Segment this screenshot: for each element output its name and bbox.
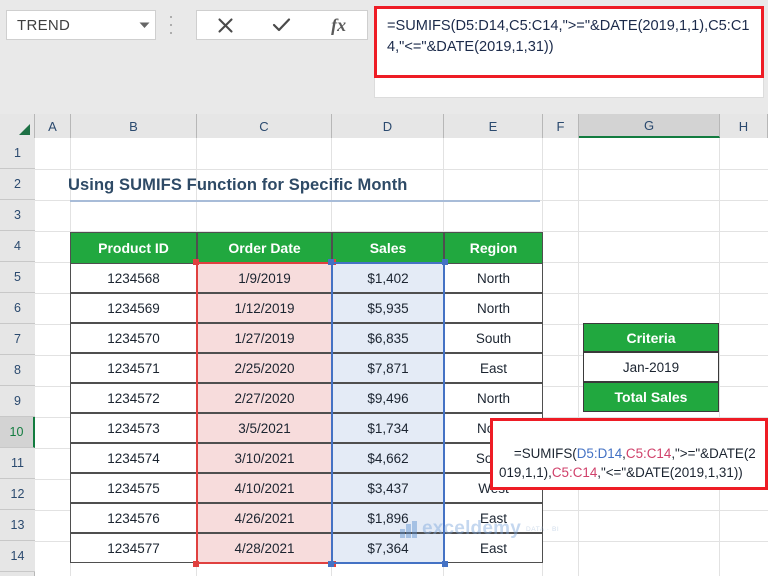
table-row[interactable]: East	[444, 503, 543, 533]
table-header-region: Region	[444, 232, 543, 264]
row-header-13[interactable]: 13	[0, 510, 35, 541]
title-underline	[70, 200, 540, 202]
excel-window: TREND fx =SUMIFS(	[0, 0, 768, 576]
row-header-5[interactable]: 5	[0, 262, 35, 293]
table-row[interactable]: $6,835	[332, 323, 444, 353]
table-row[interactable]: 1234570	[70, 323, 197, 353]
range-handle[interactable]	[442, 561, 448, 567]
row-header-2[interactable]: 2	[0, 169, 35, 200]
criteria-value-cell[interactable]: Jan-2019	[583, 352, 719, 382]
table-row[interactable]: 4/26/2021	[197, 503, 332, 533]
formula-ref-c5-c14: C5:C14	[626, 446, 671, 461]
total-sales-header: Total Sales	[583, 382, 719, 412]
table-row[interactable]: North	[444, 383, 543, 413]
table-row[interactable]: 1234574	[70, 443, 197, 473]
column-header-row: A B C D E F G H	[0, 114, 768, 138]
range-handle[interactable]	[193, 259, 199, 265]
table-row[interactable]: 1/9/2019	[197, 263, 332, 293]
row-header-11[interactable]: 11	[0, 448, 35, 479]
chevron-down-icon[interactable]	[133, 22, 155, 29]
formula-action-buttons: fx	[196, 10, 368, 40]
table-row[interactable]: East	[444, 533, 543, 563]
row-header-column: 1 2 3 4 5 6 7 8 9 10 11 12 13 14	[0, 138, 35, 576]
row-header-7[interactable]: 7	[0, 324, 35, 355]
table-row[interactable]: 4/10/2021	[197, 473, 332, 503]
formula-bar-extension	[374, 78, 764, 98]
formula-bar-annotation: =SUMIFS(D5:D14,C5:C14,">="&DATE(2019,1,1…	[374, 6, 764, 78]
table-row[interactable]: 3/10/2021	[197, 443, 332, 473]
fx-icon[interactable]: fx	[318, 11, 360, 39]
table-row[interactable]: $3,437	[332, 473, 444, 503]
row-header-3[interactable]: 3	[0, 200, 35, 231]
column-header-d[interactable]: D	[332, 114, 444, 138]
row-header-8[interactable]: 8	[0, 355, 35, 386]
column-header-c[interactable]: C	[197, 114, 332, 138]
enter-check-icon[interactable]	[261, 11, 303, 39]
name-box[interactable]: TREND	[6, 10, 156, 40]
table-row[interactable]: 1234573	[70, 413, 197, 443]
table-row[interactable]: 1234569	[70, 293, 197, 323]
row-header-14[interactable]: 14	[0, 541, 35, 572]
row-header-4[interactable]: 4	[0, 231, 35, 262]
range-handle[interactable]	[442, 259, 448, 265]
table-row[interactable]: 2/27/2020	[197, 383, 332, 413]
table-header-order-date: Order Date	[197, 232, 332, 264]
formula-ref-d5-d14: D5:D14	[577, 446, 622, 461]
table-row[interactable]: 1234572	[70, 383, 197, 413]
column-header-h[interactable]: H	[720, 114, 768, 138]
table-row[interactable]: 4/28/2021	[197, 533, 332, 563]
table-row[interactable]: 1/12/2019	[197, 293, 332, 323]
table-row[interactable]: East	[444, 353, 543, 383]
table-row[interactable]: $5,935	[332, 293, 444, 323]
formula-toolbar: TREND fx =SUMIFS(	[0, 0, 768, 114]
table-row[interactable]: $1,734	[332, 413, 444, 443]
name-box-value: TREND	[7, 17, 133, 34]
table-row[interactable]: 2/25/2020	[197, 353, 332, 383]
table-row[interactable]: 1234576	[70, 503, 197, 533]
select-all-triangle-icon	[19, 124, 30, 135]
formula-segment: =SUMIFS(	[514, 446, 577, 461]
table-row[interactable]: 1234577	[70, 533, 197, 563]
criteria-header: Criteria	[583, 323, 719, 352]
table-row[interactable]: North	[444, 263, 543, 293]
table-row[interactable]: South	[444, 323, 543, 353]
row-header-9[interactable]: 9	[0, 386, 35, 417]
row-header-12[interactable]: 12	[0, 479, 35, 510]
column-header-e[interactable]: E	[444, 114, 543, 138]
formula-ref-c5-c14-second: C5:C14	[552, 465, 597, 480]
table-row[interactable]: $1,896	[332, 503, 444, 533]
table-row[interactable]: 1234575	[70, 473, 197, 503]
table-header-product-id: Product ID	[70, 232, 197, 264]
toolbar-separator-dots	[166, 14, 176, 36]
row-header-10[interactable]: 10	[0, 417, 35, 448]
range-handle[interactable]	[193, 561, 199, 567]
range-handle[interactable]	[328, 561, 334, 567]
fx-label: fx	[331, 15, 346, 36]
table-row[interactable]: $4,662	[332, 443, 444, 473]
gridline-horizontal	[35, 169, 768, 170]
table-row[interactable]: 3/5/2021	[197, 413, 332, 443]
table-row[interactable]: $7,871	[332, 353, 444, 383]
table-row[interactable]: 1/27/2019	[197, 323, 332, 353]
select-all-corner[interactable]	[0, 114, 35, 138]
page-title: Using SUMIFS Function for Specific Month	[68, 176, 408, 195]
cell-formula-editor[interactable]: =SUMIFS(D5:D14,C5:C14,">="&DATE(2019,1,1…	[490, 418, 768, 490]
formula-bar-input[interactable]: =SUMIFS(D5:D14,C5:C14,">="&DATE(2019,1,1…	[377, 9, 761, 75]
table-row[interactable]: $9,496	[332, 383, 444, 413]
table-row[interactable]: $7,364	[332, 533, 444, 563]
table-header-sales: Sales	[332, 232, 444, 264]
table-row[interactable]: 1234568	[70, 263, 197, 293]
table-row[interactable]: North	[444, 293, 543, 323]
cancel-x-icon[interactable]	[204, 11, 246, 39]
row-header-6[interactable]: 6	[0, 293, 35, 324]
range-handle[interactable]	[328, 259, 334, 265]
column-header-f[interactable]: F	[543, 114, 579, 138]
table-row[interactable]: 1234571	[70, 353, 197, 383]
column-header-b[interactable]: B	[71, 114, 197, 138]
formula-segment: ,"<="&DATE(2019,1,31))	[597, 465, 742, 480]
row-header-1[interactable]: 1	[0, 138, 35, 169]
column-header-a[interactable]: A	[35, 114, 71, 138]
column-header-g[interactable]: G	[579, 114, 720, 138]
table-row[interactable]: $1,402	[332, 263, 444, 293]
